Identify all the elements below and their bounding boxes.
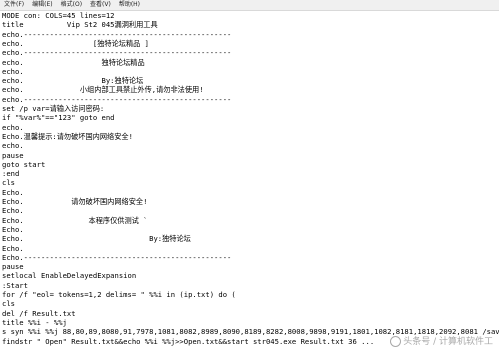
watermark: 头条号 / 计算机软件工 [390,334,493,347]
text-editor-area[interactable]: MODE con: COLS=45 lines=12 title Vip St2… [0,11,499,350]
menu-bar: 文件(F) 编辑(E) 格式(O) 查看(V) 帮助(H) [0,0,499,11]
code-line: Echo.-----------------------------------… [2,252,232,262]
menu-edit[interactable]: 编辑(E) [28,0,56,10]
code-line: Echo. 请勿破坏国内网络安全! [2,197,148,206]
code-line: findstr " Open" Result.txt&&echo %%i %%j… [2,336,375,346]
code-line: Echo. By:独特论坛 [2,234,191,244]
menu-format[interactable]: 格式(O) [57,0,86,10]
menu-file[interactable]: 文件(F) [0,0,28,10]
menu-view[interactable]: 查看(V) [86,0,115,10]
watermark-logo-icon [390,336,402,347]
code-line: Echo. 本程序仅供测试 ` [2,215,148,225]
menu-help[interactable]: 帮助(H) [115,0,144,10]
code-line: for /f "eol= tokens=1,2 delims= " %%i in… [2,290,236,299]
watermark-text: 头条号 / 计算机软件工 [403,337,493,347]
